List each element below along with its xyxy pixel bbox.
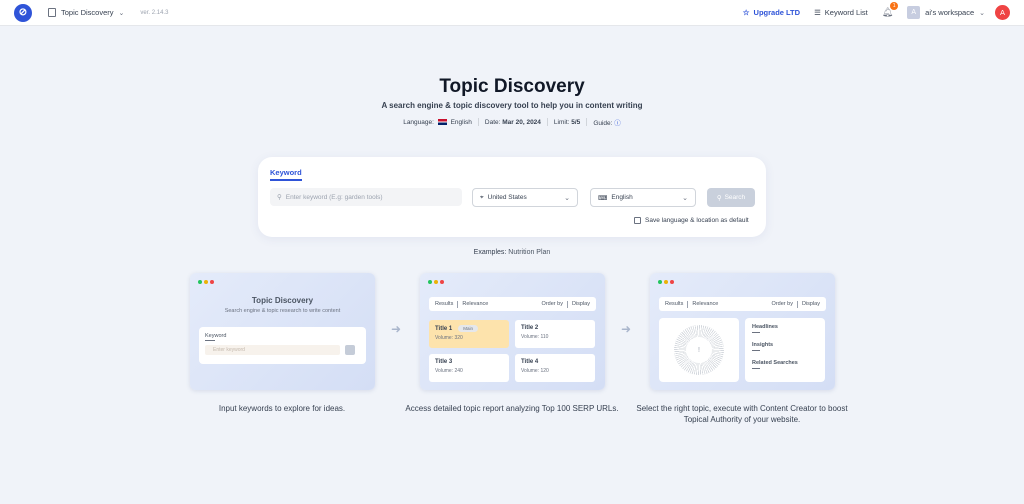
search-button[interactable]: ⚲ Search — [707, 188, 755, 207]
notification-bell-icon[interactable]: 🔔︎ 1 — [882, 2, 899, 18]
save-default-label: Save language & location as default — [645, 217, 749, 224]
app-name: Topic Discovery — [61, 8, 114, 17]
top-bar: ⊘ Topic Discovery ⌄ ver. 2.14.3 ☆ Upgrad… — [0, 0, 1024, 26]
window-dots — [658, 280, 674, 284]
app-icon — [48, 8, 56, 17]
main-badge: Main — [458, 325, 478, 332]
mini-results-header: Results Relevance Order by Display — [429, 297, 596, 311]
radial-chart: ! — [659, 318, 739, 382]
step-3-caption: Select the right topic, execute with Con… — [636, 404, 848, 424]
mini-results-header: Results Relevance Order by Display — [659, 297, 826, 311]
headlines-item: Headlines — [752, 324, 778, 330]
keyword-list-label: Keyword List — [824, 8, 868, 17]
language-select[interactable]: ⌨ English ⌄ — [590, 188, 696, 207]
page-title: Topic Discovery — [439, 76, 585, 97]
step-1-caption: Input keywords to explore for ideas. — [218, 404, 346, 413]
step-2-caption: Access detailed topic report analyzing T… — [405, 404, 619, 413]
meta-info: Language: English Date: Mar 20, 2024 Lim… — [0, 117, 1024, 127]
keyword-input[interactable]: ⚲ Enter keyword (E.g: garden tools) — [270, 188, 462, 206]
location-pin-icon: ⌖ — [480, 193, 484, 201]
radial-center-icon: ! — [686, 337, 712, 363]
arrow-right-icon: ➜ — [391, 322, 402, 336]
upgrade-label: Upgrade LTD — [753, 8, 801, 17]
chevron-down-icon: ⌄ — [118, 9, 125, 17]
search-icon: ⚲ — [716, 194, 722, 202]
examples-label: Examples: — [473, 249, 507, 256]
guide-link[interactable]: Guide: ⓘ — [593, 117, 620, 127]
tile-title-3: Title 3 Volume: 240 — [429, 354, 509, 382]
location-select[interactable]: ⌖ United States ⌄ — [472, 188, 578, 207]
examples-row: Examples: Nutrition Plan — [0, 249, 1024, 256]
workspace-avatar: A — [907, 6, 921, 19]
app-switcher[interactable]: Topic Discovery ⌄ — [48, 8, 124, 17]
notification-badge: 1 — [890, 2, 899, 10]
checkbox-box[interactable] — [634, 217, 641, 224]
tile-title-2: Title 2 Volume: 110 — [515, 320, 595, 348]
language-meta: Language: English — [403, 118, 472, 126]
upgrade-ltd-button[interactable]: ☆ Upgrade LTD — [743, 8, 800, 17]
keyboard-icon: ⌨ — [598, 194, 608, 202]
language-value: English — [611, 194, 633, 201]
insights-item: Insights — [752, 342, 774, 348]
save-default-checkbox[interactable]: Save language & location as default — [634, 217, 749, 224]
list-icon: ☰ — [814, 8, 821, 17]
step-2-illustration: Results Relevance Order by Display Title 1… — [420, 273, 605, 390]
date-meta: Date: Mar 20, 2024 — [484, 118, 541, 126]
step-1-subtitle: Search engine & topic research to write … — [224, 308, 341, 314]
user-avatar[interactable]: A — [995, 5, 1010, 20]
uk-flag-icon — [437, 118, 447, 125]
keyword-placeholder: Enter keyword (E.g: garden tools) — [285, 193, 383, 201]
example-link[interactable]: Nutrition Plan — [508, 249, 550, 256]
keyword-list-button[interactable]: ☰ Keyword List — [814, 8, 868, 17]
info-icon: ⓘ — [614, 120, 621, 127]
limit-meta: Limit: 5/5 — [553, 118, 581, 126]
chevron-down-icon: ⌄ — [979, 9, 985, 17]
mini-search-button — [345, 345, 355, 355]
chevron-down-icon: ⌄ — [564, 194, 570, 202]
tab-keyword[interactable]: Keyword — [270, 168, 302, 177]
search-icon: ⚲ — [277, 194, 282, 201]
search-card: Keyword ⚲ Enter keyword (E.g: garden too… — [258, 157, 766, 237]
mini-keyword-label: Keyword — [205, 333, 227, 339]
page-subtitle: A search engine & topic discovery tool t… — [381, 101, 643, 110]
step-3-illustration: Results Relevance Order by Display ! Headl… — [650, 273, 835, 390]
version-label: ver. 2.14.3 — [140, 9, 169, 16]
workspace-name: ai's workspace — [925, 8, 975, 17]
compass-logo-icon[interactable]: ⊘ — [14, 3, 32, 22]
tab-underline — [270, 179, 302, 181]
window-dots — [428, 280, 444, 284]
workspace-switcher[interactable]: A ai's workspace ⌄ — [907, 6, 985, 19]
arrow-right-icon: ➜ — [621, 322, 632, 336]
report-sections: Headlines Insights Related Searches — [745, 318, 825, 382]
tile-title-4: Title 4 Volume: 120 — [515, 354, 595, 382]
mini-input: Enter keyword — [205, 345, 340, 355]
chevron-down-icon: ⌄ — [682, 194, 688, 202]
step-1-illustration: Topic Discovery Search engine & topic re… — [190, 273, 375, 390]
star-icon: ☆ — [742, 8, 750, 17]
related-searches-item: Related Searches — [752, 360, 798, 366]
mini-search-card: Keyword Enter keyword — [199, 327, 366, 364]
location-value: United States — [487, 194, 527, 201]
search-button-label: Search — [724, 194, 746, 201]
tile-title-1: Title 1 Main Volume: 320 — [429, 320, 509, 348]
step-1-title: Topic Discovery — [251, 296, 314, 305]
window-dots — [198, 280, 214, 284]
